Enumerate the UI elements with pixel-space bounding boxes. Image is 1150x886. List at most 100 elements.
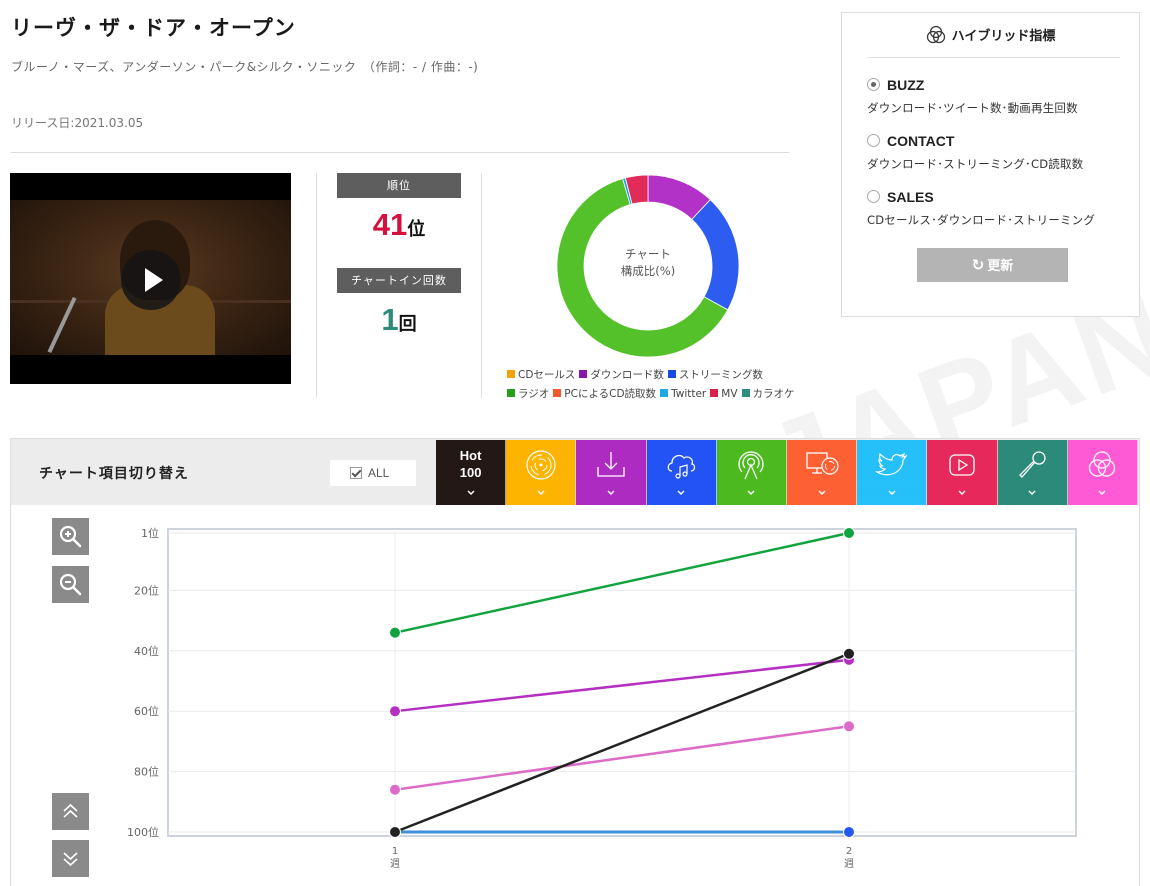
chart-switch-bar: チャート項目切り替え ALL Hot 100 <box>11 439 1139 505</box>
rank-unit: 位 <box>407 219 426 240</box>
chart-in-label: チャートイン回数 <box>337 268 461 293</box>
chart-in-number: 1 <box>381 302 399 337</box>
play-button[interactable] <box>121 250 181 310</box>
chevron-down-icon <box>607 490 615 496</box>
chart-in-unit: 回 <box>398 314 417 335</box>
hybrid-title: ハイブリッド指標 <box>842 25 1139 45</box>
scroll-up-button[interactable] <box>52 793 89 830</box>
donut-title-line1: チャート <box>625 247 671 261</box>
series-point[interactable] <box>843 527 855 539</box>
y-tick-label: 100位 <box>127 825 159 839</box>
legend-swatch <box>667 370 676 378</box>
legend-item: ラジオ <box>507 385 549 404</box>
series-point[interactable] <box>389 826 401 838</box>
category-tab-hot100[interactable]: Hot 100 <box>436 440 507 505</box>
category-tab-download[interactable] <box>576 440 647 505</box>
rank-value: 41位 <box>337 207 461 243</box>
category-tab-mv[interactable] <box>927 440 998 505</box>
y-tick-label: 40位 <box>134 644 159 658</box>
category-tabs: Hot 100 <box>436 440 1138 505</box>
hybrid-title-text: ハイブリッド指標 <box>951 29 1056 44</box>
legend-item: MV <box>710 385 738 404</box>
plot-area <box>167 528 1077 837</box>
hybrid-option-buzz[interactable]: BUZZ <box>867 75 924 94</box>
legend-label: ダウンロード数 <box>590 369 664 381</box>
hybrid-index-panel: ハイブリッド指標 BUZZ ダウンロード･ツイート数･動画再生回数 CONTAC… <box>841 12 1140 317</box>
legend-swatch <box>579 370 588 378</box>
rank-line-chart: 1位20位40位60位80位100位1週2週 <box>127 526 1077 870</box>
category-tab-cd[interactable] <box>506 440 577 505</box>
all-checkbox[interactable]: ALL <box>330 460 416 486</box>
series-point[interactable] <box>843 647 855 660</box>
legend-label: カラオケ <box>752 388 795 400</box>
option-description: ダウンロード･ストリーミング･CD読取数 <box>867 157 1084 171</box>
category-tab-karaoke[interactable] <box>997 440 1068 505</box>
radio-button[interactable] <box>867 190 880 203</box>
double-chevron-down-icon <box>63 852 78 867</box>
x-tick-unit: 週 <box>844 858 854 870</box>
hybrid-option-contact[interactable]: CONTACT <box>867 131 954 150</box>
category-tab-pc[interactable] <box>786 440 858 505</box>
legend-label: Twitter <box>671 388 707 400</box>
series-point[interactable] <box>389 783 401 796</box>
rank-label: 順位 <box>337 173 461 198</box>
series-point[interactable] <box>843 720 855 733</box>
radio-button[interactable] <box>867 134 880 147</box>
chevron-down-icon <box>818 490 826 496</box>
hybrid-option-sales[interactable]: SALES <box>867 187 934 206</box>
video-frame-detail <box>47 296 77 354</box>
zoom-out-button[interactable] <box>52 566 89 603</box>
chevron-down-icon <box>747 490 755 496</box>
legend-swatch <box>507 389 515 397</box>
chevron-down-icon <box>1028 490 1036 496</box>
divider <box>867 57 1120 58</box>
option-description: CDセールス･ダウンロード･ストリーミング <box>867 213 1096 227</box>
series-point[interactable] <box>389 626 401 639</box>
option-label: CONTACT <box>887 133 955 149</box>
category-tab-streaming[interactable] <box>646 440 717 505</box>
x-tick-label: 2 <box>846 846 852 857</box>
series-point[interactable] <box>389 705 401 718</box>
category-tab-hybrid[interactable] <box>1067 440 1138 505</box>
radio-antenna-icon <box>738 451 764 480</box>
song-title: リーヴ・ザ・ドア・オープン <box>11 16 296 40</box>
y-tick-label: 1位 <box>141 526 159 540</box>
legend-item: ストリーミング数 <box>667 366 763 385</box>
video-thumbnail[interactable] <box>10 173 291 384</box>
series-point[interactable] <box>843 826 855 838</box>
rank-number: 41 <box>372 207 408 242</box>
chart-in-value: 1回 <box>337 302 461 338</box>
zoom-in-button[interactable] <box>52 518 89 555</box>
chevron-down-icon <box>888 490 896 496</box>
download-icon <box>597 452 625 477</box>
legend-swatch <box>553 389 562 397</box>
donut-legend: CDセールス ダウンロード数 ストリーミング数 ラジオ PCによるCD読取数 Twitte… <box>507 366 827 404</box>
legend-label: PCによるCD読取数 <box>564 388 657 400</box>
legend-item: PCによるCD読取数 <box>553 385 656 404</box>
radio-button[interactable] <box>867 78 880 91</box>
artist-credits: ブルーノ・マーズ、アンダーソン・パーク&シルク・ソニック （作詞：- / 作曲：… <box>11 60 479 74</box>
legend-item: Twitter <box>660 385 706 404</box>
scroll-down-button[interactable] <box>52 840 89 877</box>
legend-item: ダウンロード数 <box>579 366 664 385</box>
legend-item: カラオケ <box>741 385 795 404</box>
cd-icon <box>526 450 556 480</box>
legend-swatch <box>660 389 669 397</box>
double-chevron-up-icon <box>63 803 78 818</box>
donut-title-line2: 構成比(%) <box>620 264 676 278</box>
legend-swatch <box>741 389 750 397</box>
divider <box>11 152 789 153</box>
legend-swatch <box>710 389 719 397</box>
category-tab-radio[interactable] <box>716 440 787 505</box>
y-tick-label: 80位 <box>134 765 159 779</box>
category-tab-twitter[interactable] <box>857 440 928 505</box>
update-label: 更新 <box>987 259 1014 274</box>
refresh-icon: ↻ <box>971 256 985 274</box>
update-button[interactable]: ↻ 更新 <box>917 248 1068 282</box>
chevron-down-icon <box>958 490 966 496</box>
zoom-in-icon <box>59 525 82 548</box>
pc-cd-icon <box>805 452 839 475</box>
chevron-down-icon <box>1098 490 1106 496</box>
checkbox-icon[interactable] <box>350 467 362 479</box>
option-description: ダウンロード･ツイート数･動画再生回数 <box>867 101 1078 115</box>
